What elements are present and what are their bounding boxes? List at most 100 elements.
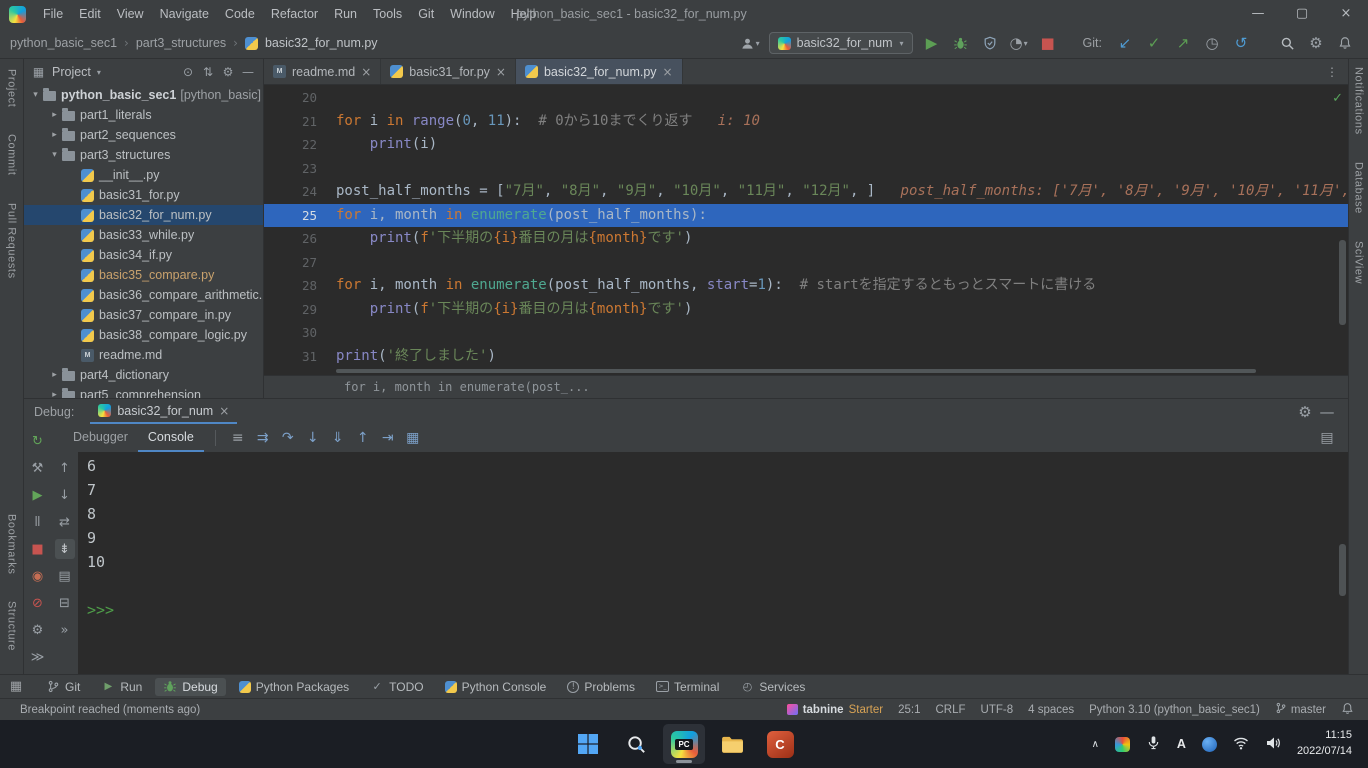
run-to-cursor-icon[interactable]: ⇥ bbox=[377, 427, 399, 449]
code-line-29[interactable]: 29 print(f'下半期の{i}番目の月は{month}です') bbox=[264, 298, 1348, 322]
tree-item-basic38-compare-logic-py[interactable]: basic38_compare_logic.py bbox=[24, 325, 263, 345]
editor-tab-basic31-for-py[interactable]: basic31_for.py× bbox=[381, 59, 516, 84]
update-project-button[interactable]: ↙ bbox=[1114, 32, 1136, 54]
debug-view-tab-debugger[interactable]: Debugger bbox=[63, 424, 138, 452]
close-tab-icon[interactable]: × bbox=[663, 65, 673, 79]
mute-breakpoints-icon[interactable]: ⊘ bbox=[28, 593, 48, 613]
view-breakpoints-icon[interactable]: ◉ bbox=[28, 566, 48, 586]
chevron-expanded-icon[interactable]: ▾ bbox=[47, 150, 62, 160]
stop-button[interactable]: ■ bbox=[1037, 32, 1059, 54]
rerun-icon[interactable]: ↻ bbox=[28, 431, 48, 451]
menu-item-refactor[interactable]: Refactor bbox=[263, 0, 326, 28]
wifi-icon[interactable] bbox=[1233, 735, 1249, 754]
collapse-all-icon[interactable]: ⇅ bbox=[199, 63, 217, 81]
ime-indicator[interactable]: A bbox=[1177, 737, 1186, 751]
settings-gear-icon[interactable]: ⚙ bbox=[219, 63, 237, 81]
close-icon[interactable]: × bbox=[219, 404, 229, 418]
editor-tab-readme-md[interactable]: Mreadme.md× bbox=[264, 59, 381, 84]
toolwindow-button-todo[interactable]: ✓TODO bbox=[362, 678, 431, 696]
tool-stripe-pull-requests[interactable]: Pull Requests bbox=[6, 203, 18, 282]
commit-button[interactable]: ✓ bbox=[1143, 32, 1165, 54]
tree-item-part1-literals[interactable]: ▸part1_literals bbox=[24, 105, 263, 125]
tree-item-basic34-if-py[interactable]: basic34_if.py bbox=[24, 245, 263, 265]
menu-item-code[interactable]: Code bbox=[217, 0, 263, 28]
view-breakpoints-grid-icon[interactable]: ▦ bbox=[402, 427, 424, 449]
show-execution-point-icon[interactable]: ⇉ bbox=[252, 427, 274, 449]
pycharm-taskbar-button[interactable]: PC bbox=[663, 724, 705, 764]
scrollbar-thumb[interactable] bbox=[336, 369, 1256, 373]
search-everywhere-button[interactable] bbox=[1276, 32, 1298, 54]
tool-stripe-sciview[interactable]: SciView bbox=[1353, 241, 1365, 287]
project-panel-title[interactable]: Project bbox=[52, 65, 91, 79]
scroll-down-icon[interactable]: ↓ bbox=[55, 485, 75, 505]
code-line-22[interactable]: 22 print(i) bbox=[264, 133, 1348, 157]
tray-status-icon[interactable] bbox=[1202, 737, 1217, 752]
taskbar-clock[interactable]: 11:15 2022/07/14 bbox=[1297, 728, 1352, 760]
caret-position[interactable]: 25:1 bbox=[898, 704, 920, 716]
step-out-icon[interactable]: ↑ bbox=[352, 427, 374, 449]
tree-item-basic31-for-py[interactable]: basic31_for.py bbox=[24, 185, 263, 205]
menu-item-edit[interactable]: Edit bbox=[71, 0, 109, 28]
editor-vertical-scrollbar[interactable] bbox=[1339, 240, 1346, 325]
tool-stripe-database[interactable]: Database bbox=[1353, 162, 1365, 217]
tree-item-python-basic-sec1[interactable]: ▾python_basic_sec1 [python_basic]D: bbox=[24, 85, 263, 105]
breadcrumb-item-python-basic-sec1[interactable]: python_basic_sec1 bbox=[10, 36, 117, 50]
status-message[interactable]: Breakpoint reached (moments ago) bbox=[20, 704, 200, 716]
volume-icon[interactable] bbox=[1265, 735, 1281, 754]
more-icon[interactable]: ≫ bbox=[28, 647, 48, 667]
minimize-button[interactable]: — bbox=[1236, 0, 1280, 28]
close-tab-icon[interactable]: × bbox=[496, 65, 506, 79]
tree-item-readme-md[interactable]: Mreadme.md bbox=[24, 345, 263, 365]
clear-console-icon[interactable]: ⊟ bbox=[55, 593, 75, 613]
force-step-into-icon[interactable]: ⇓ bbox=[327, 427, 349, 449]
indent-setting[interactable]: 4 spaces bbox=[1028, 704, 1074, 716]
git-branch-widget[interactable]: master bbox=[1275, 702, 1326, 717]
menu-item-git[interactable]: Git bbox=[410, 0, 442, 28]
console-scrollbar[interactable] bbox=[1339, 544, 1346, 596]
code-line-26[interactable]: 26 print(f'下半期の{i}番目の月は{month}です') bbox=[264, 227, 1348, 251]
toolwindow-button-debug[interactable]: Debug bbox=[155, 678, 225, 696]
tree-item-part2-sequences[interactable]: ▸part2_sequences bbox=[24, 125, 263, 145]
step-over-icon[interactable]: ↷ bbox=[277, 427, 299, 449]
chevron-collapsed-icon[interactable]: ▸ bbox=[47, 370, 62, 380]
code-line-27[interactable]: 27 bbox=[264, 251, 1348, 275]
toolwindow-button-run[interactable]: ▶Run bbox=[93, 678, 150, 696]
code-line-23[interactable]: 23 bbox=[264, 157, 1348, 181]
tabnine-widget[interactable]: tabnine Starter bbox=[787, 704, 883, 716]
code-with-me-icon[interactable]: ▾ bbox=[739, 32, 761, 54]
toolwindow-button-services[interactable]: ◴Services bbox=[732, 678, 813, 696]
close-tab-icon[interactable]: × bbox=[361, 65, 371, 79]
inspections-ok-icon[interactable]: ✓ bbox=[1332, 91, 1343, 106]
tool-stripe-project[interactable]: Project bbox=[6, 69, 18, 110]
code-line-31[interactable]: 31print('終了しました') bbox=[264, 345, 1348, 368]
chevron-down-icon[interactable]: ▾ bbox=[97, 68, 101, 77]
chevron-expanded-icon[interactable]: ▾ bbox=[28, 90, 43, 100]
menu-item-tools[interactable]: Tools bbox=[365, 0, 410, 28]
tool-stripe-commit[interactable]: Commit bbox=[6, 134, 18, 179]
menu-item-file[interactable]: File bbox=[35, 0, 71, 28]
soft-wrap-icon[interactable]: ⇄ bbox=[55, 512, 75, 532]
push-button[interactable]: ↗ bbox=[1172, 32, 1194, 54]
chevron-collapsed-icon[interactable]: ▸ bbox=[47, 110, 62, 120]
menu-item-window[interactable]: Window bbox=[442, 0, 502, 28]
print-icon[interactable]: ▤ bbox=[55, 566, 75, 586]
hide-panel-icon[interactable]: — bbox=[239, 63, 257, 81]
layout-settings-icon[interactable]: ≡ bbox=[227, 427, 249, 449]
settings-gear-icon[interactable]: ⚙ bbox=[1294, 401, 1316, 423]
code-line-24[interactable]: 24post_half_months = ["7月", "8月", "9月", … bbox=[264, 180, 1348, 204]
tree-item--init-py[interactable]: __init__.py bbox=[24, 165, 263, 185]
python-interpreter[interactable]: Python 3.10 (python_basic_sec1) bbox=[1089, 704, 1260, 716]
notifications-bell-icon[interactable] bbox=[1341, 702, 1354, 718]
profiler-button[interactable]: ◔▾ bbox=[1008, 32, 1030, 54]
tree-item-part3-structures[interactable]: ▾part3_structures bbox=[24, 145, 263, 165]
restore-layout-icon[interactable]: ▤ bbox=[1316, 427, 1338, 449]
tool-stripe-notifications[interactable]: Notifications bbox=[1353, 67, 1365, 138]
file-encoding[interactable]: UTF-8 bbox=[981, 704, 1014, 716]
tree-item-part4-dictionary[interactable]: ▸part4_dictionary bbox=[24, 365, 263, 385]
debug-view-tab-console[interactable]: Console bbox=[138, 424, 204, 452]
maximize-button[interactable]: ▢ bbox=[1280, 0, 1324, 28]
tray-app-icon[interactable] bbox=[1115, 737, 1130, 752]
menu-item-navigate[interactable]: Navigate bbox=[152, 0, 217, 28]
start-button[interactable] bbox=[567, 724, 609, 764]
toolwindow-button-git[interactable]: Git bbox=[38, 678, 88, 696]
